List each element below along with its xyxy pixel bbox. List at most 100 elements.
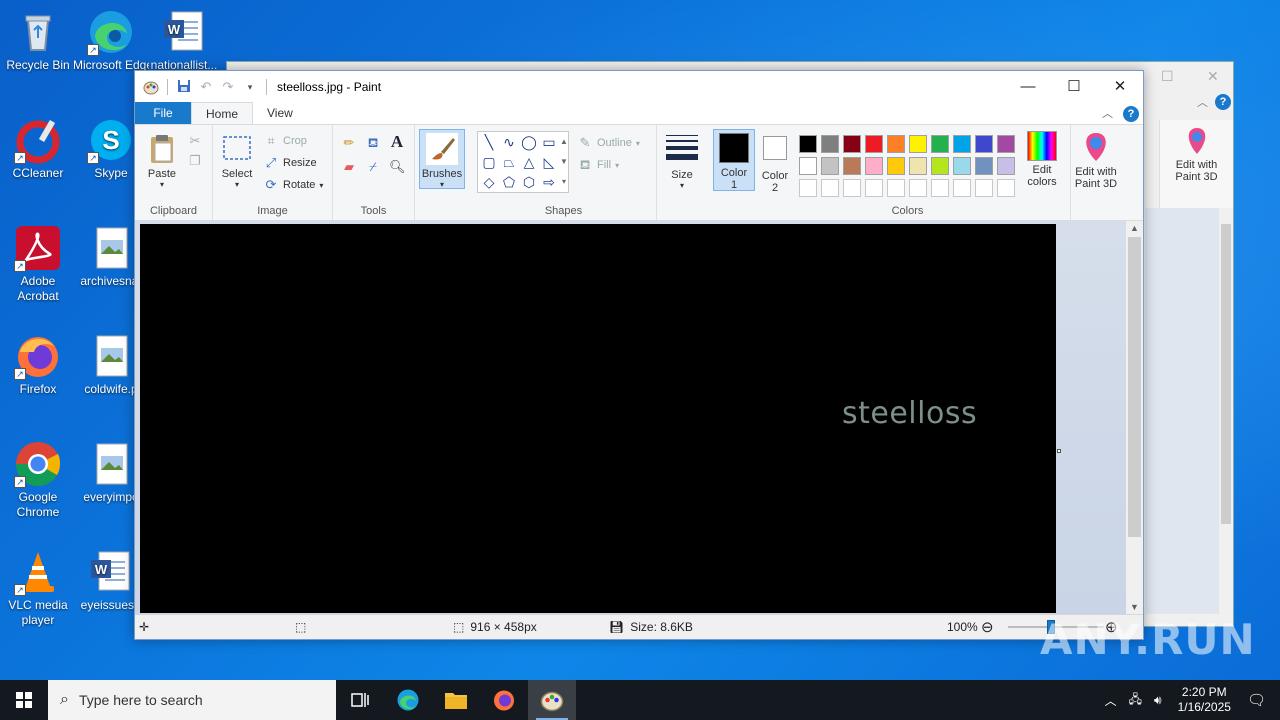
desktop-icon-word-doc[interactable]: W nationallist... [146, 8, 222, 73]
task-view-button[interactable] [336, 680, 384, 720]
scroll-up-icon[interactable]: ▲ [1126, 223, 1143, 233]
undo-icon[interactable]: ↶ [198, 79, 214, 95]
color1-button[interactable]: Color 1 [713, 129, 755, 191]
oval-shape-icon[interactable]: ◯ [520, 133, 538, 151]
color-swatch[interactable] [843, 157, 861, 175]
edit-colors-button[interactable]: Edit colors [1021, 131, 1063, 188]
color-swatch[interactable] [865, 135, 883, 153]
show-hidden-icons-icon[interactable]: ︿ [1105, 692, 1117, 709]
taskbar-search[interactable]: ⌕ Type here to search [48, 680, 336, 720]
crop-button[interactable]: ⌗ Crop [263, 133, 307, 149]
image-canvas[interactable]: steelloss [140, 224, 1056, 613]
diamond-shape-icon[interactable]: ◇ [480, 173, 498, 191]
arrow-shape-icon[interactable]: ⇨ [540, 173, 558, 191]
edit-with-paint3d-button[interactable]: Edit with Paint 3D [1069, 131, 1123, 190]
color-swatch[interactable] [909, 135, 927, 153]
taskbar-file-explorer[interactable] [432, 680, 480, 720]
clock[interactable]: 2:20 PM 1/16/2025 [1178, 685, 1231, 715]
color-swatch[interactable] [997, 179, 1015, 197]
rounded-rectangle-shape-icon[interactable]: ▢ [480, 153, 498, 171]
color-swatch[interactable] [799, 157, 817, 175]
help-icon[interactable]: ? [1123, 106, 1139, 122]
color-swatch[interactable] [931, 179, 949, 197]
color-swatch[interactable] [953, 179, 971, 197]
speaker-icon[interactable]: 🔊︎ [1154, 693, 1162, 708]
copy-icon[interactable]: ❐ [187, 153, 203, 169]
vertical-scrollbar[interactable]: ▲ ▼ [1126, 221, 1143, 614]
color-swatch[interactable] [975, 135, 993, 153]
color-swatch[interactable] [887, 157, 905, 175]
background-scrollbar[interactable] [1219, 208, 1233, 598]
brushes-button[interactable]: Brushes ▾ [419, 129, 465, 189]
polygon-shape-icon[interactable]: ⏢ [500, 153, 518, 171]
edit-with-paint3d-button[interactable]: Edit with Paint 3D [1160, 120, 1233, 183]
scrollbar-thumb[interactable] [1128, 237, 1141, 537]
collapse-ribbon-icon[interactable]: ︿ [1197, 94, 1208, 110]
collapse-ribbon-icon[interactable]: ︿ [1102, 105, 1113, 121]
outline-button[interactable]: ✎ Outline ▾ [577, 135, 640, 151]
minimize-button[interactable]: — [1005, 71, 1051, 103]
color-swatch[interactable] [887, 179, 905, 197]
pencil-icon[interactable]: ✏ [341, 135, 357, 151]
color-swatch[interactable] [821, 179, 839, 197]
maximize-button[interactable]: ☐ [1051, 71, 1097, 103]
network-icon[interactable]: 🖧︎ [1129, 690, 1142, 711]
taskbar-firefox[interactable] [480, 680, 528, 720]
paint-app-icon[interactable] [143, 79, 159, 95]
close-button[interactable]: ✕ [1097, 71, 1143, 103]
color-swatch[interactable] [953, 135, 971, 153]
title-bar[interactable]: ↶ ↷ ▾ steelloss.jpg - Paint — ☐ ✕ [135, 71, 1143, 103]
color-swatch[interactable] [909, 157, 927, 175]
color-swatch[interactable] [931, 157, 949, 175]
color-picker-icon[interactable]: ⌿ [365, 159, 381, 175]
maximize-icon[interactable]: ☐ [1161, 68, 1174, 85]
curve-shape-icon[interactable]: ∿ [500, 133, 518, 151]
taskbar-paint[interactable] [528, 680, 576, 720]
color-swatch[interactable] [975, 179, 993, 197]
triangle-shape-icon[interactable]: △ [520, 153, 538, 171]
save-icon[interactable] [176, 79, 192, 95]
redo-icon[interactable]: ↷ [220, 79, 236, 95]
taskbar-edge[interactable] [384, 680, 432, 720]
scroll-down-icon[interactable]: ▼ [1126, 602, 1143, 612]
scroll-up-icon[interactable]: ▲ [558, 133, 570, 151]
zoom-out-button[interactable]: ⊖ [981, 615, 994, 639]
color-swatch[interactable] [821, 135, 839, 153]
color-swatch[interactable] [953, 157, 971, 175]
line-shape-icon[interactable]: ╲ [480, 133, 498, 151]
desktop-icon-recycle-bin[interactable]: Recycle Bin [0, 8, 76, 73]
resize-button[interactable]: ⤢ Resize [263, 155, 317, 171]
canvas-area[interactable]: steelloss [135, 221, 1143, 614]
color2-button[interactable]: Color 2 [757, 129, 793, 194]
tab-file[interactable]: File [135, 102, 191, 124]
desktop-icon-vlc[interactable]: ↗ VLC media player [0, 548, 76, 628]
rotate-button[interactable]: ⟳ Rotate ▾ [263, 177, 324, 193]
color-swatch[interactable] [931, 135, 949, 153]
cut-icon[interactable]: ✂ [187, 133, 203, 149]
color-swatch[interactable] [821, 157, 839, 175]
text-tool-icon[interactable]: A [389, 133, 405, 150]
tab-view[interactable]: View [253, 102, 307, 124]
close-icon[interactable]: ✕ [1207, 68, 1219, 85]
desktop-icon-edge[interactable]: ↗ Microsoft Edge [73, 8, 149, 73]
notifications-icon[interactable]: 🗨︎ [1247, 691, 1266, 709]
help-icon[interactable]: ? [1215, 94, 1231, 110]
color-swatch[interactable] [975, 157, 993, 175]
color-swatch[interactable] [909, 179, 927, 197]
paint-window[interactable]: ↶ ↷ ▾ steelloss.jpg - Paint — ☐ ✕ File H… [134, 70, 1144, 640]
color-swatch[interactable] [997, 157, 1015, 175]
color-swatch[interactable] [843, 179, 861, 197]
color-swatch[interactable] [799, 179, 817, 197]
color-swatch[interactable] [799, 135, 817, 153]
color-swatch[interactable] [997, 135, 1015, 153]
desktop-icon-acrobat[interactable]: ↗ Adobe Acrobat [0, 224, 76, 304]
expand-gallery-icon[interactable]: ▾ [558, 173, 570, 191]
paste-button[interactable]: Paste ▾ [143, 133, 181, 189]
tab-home[interactable]: Home [191, 102, 254, 124]
size-button[interactable]: Size ▾ [663, 131, 701, 190]
pentagon-shape-icon[interactable]: ⬠ [500, 173, 518, 191]
magnifier-icon[interactable]: 🔍︎ [389, 159, 406, 175]
select-button[interactable]: Select ▾ [219, 133, 255, 189]
resize-handle-right[interactable] [1057, 449, 1061, 453]
color-swatch[interactable] [865, 157, 883, 175]
